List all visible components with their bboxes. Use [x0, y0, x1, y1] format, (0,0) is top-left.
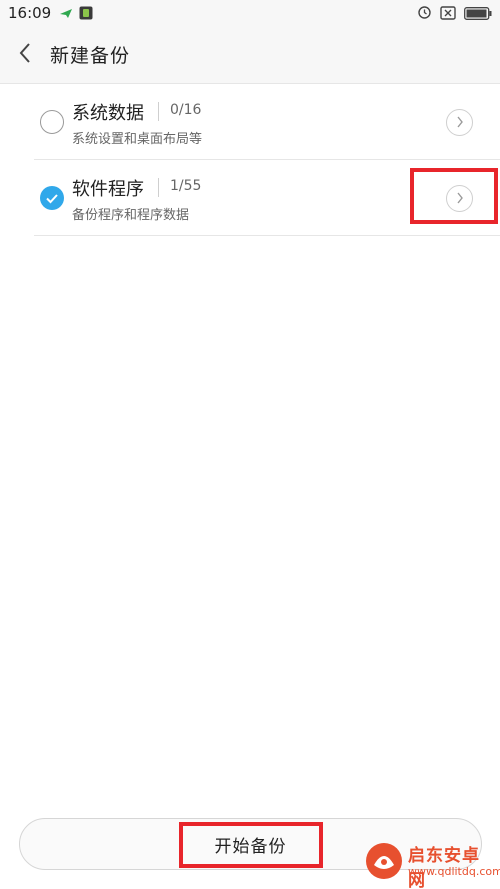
title-divider	[158, 102, 159, 121]
item-subtitle: 备份程序和程序数据	[72, 208, 190, 223]
item-title: 软件程序	[72, 179, 144, 200]
watermark: 启东安卓网 www.qdlitdq.com	[364, 835, 500, 889]
title-bar: 新建备份	[0, 26, 500, 84]
title-divider	[158, 178, 159, 197]
no-sim-icon	[440, 5, 456, 24]
status-bar: 16:09	[0, 0, 500, 26]
item-count: 0/16	[170, 102, 202, 118]
highlight-box-start	[179, 822, 323, 868]
notification-plane-icon	[59, 6, 73, 20]
item-count: 1/55	[170, 178, 202, 194]
item-title: 系统数据	[72, 103, 144, 124]
radio-unchecked[interactable]	[40, 110, 64, 134]
watermark-url: www.qdlitdq.com	[408, 865, 500, 878]
battery-icon	[464, 6, 492, 24]
status-time: 16:09	[8, 4, 52, 22]
item-subtitle: 系统设置和桌面布局等	[72, 132, 203, 147]
page-title: 新建备份	[50, 45, 131, 67]
radio-checked[interactable]	[40, 186, 64, 210]
back-button[interactable]	[0, 26, 50, 84]
detail-button[interactable]	[446, 109, 473, 136]
chevron-right-icon	[456, 113, 464, 132]
highlight-box-detail	[410, 168, 498, 224]
checkmark-icon	[46, 194, 58, 204]
chevron-left-icon	[18, 42, 32, 68]
list-item-system-data[interactable]: 系统数据 0/16 系统设置和桌面布局等	[34, 84, 500, 160]
alarm-icon	[417, 5, 432, 24]
watermark-logo-icon	[364, 841, 404, 885]
notification-app-icon	[79, 6, 93, 20]
